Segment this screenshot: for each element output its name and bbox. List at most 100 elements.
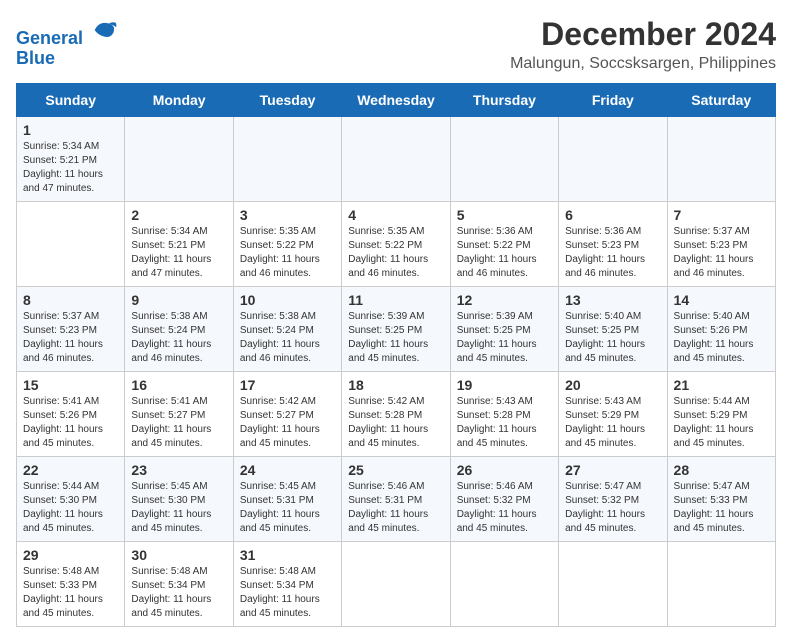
day-info: Sunrise: 5:38 AM Sunset: 5:24 PM Dayligh…: [240, 310, 335, 366]
header-day: Monday: [125, 84, 233, 117]
day-number: 20: [565, 377, 660, 393]
calendar-cell: 25Sunrise: 5:46 AM Sunset: 5:31 PM Dayli…: [342, 457, 450, 542]
calendar-cell: [667, 542, 775, 627]
calendar-cell: 7Sunrise: 5:37 AM Sunset: 5:23 PM Daylig…: [667, 202, 775, 287]
day-info: Sunrise: 5:41 AM Sunset: 5:26 PM Dayligh…: [23, 395, 118, 451]
calendar-cell: [125, 117, 233, 202]
day-info: Sunrise: 5:45 AM Sunset: 5:31 PM Dayligh…: [240, 480, 335, 536]
header-day: Wednesday: [342, 84, 450, 117]
day-info: Sunrise: 5:44 AM Sunset: 5:29 PM Dayligh…: [674, 395, 769, 451]
day-info: Sunrise: 5:39 AM Sunset: 5:25 PM Dayligh…: [348, 310, 443, 366]
day-number: 17: [240, 377, 335, 393]
day-number: 24: [240, 462, 335, 478]
calendar-cell: 12 Sunrise: 5:39 AM Sunset: 5:25 PM Dayli…: [450, 287, 558, 372]
day-info: Sunrise: 5:35 AM Sunset: 5:22 PM Dayligh…: [240, 225, 335, 281]
calendar-cell: 16 Sunrise: 5:41 AM Sunset: 5:27 PM Dayli…: [125, 372, 233, 457]
calendar-cell: [450, 542, 558, 627]
calendar-row: 8 Sunrise: 5:37 AM Sunset: 5:23 PM Daylig…: [17, 287, 776, 372]
calendar-row: 1 Sunrise: 5:34 AM Sunset: 5:21 PM Daylig…: [17, 117, 776, 202]
calendar-cell: 29 Sunrise: 5:48 AM Sunset: 5:33 PM Dayli…: [17, 542, 125, 627]
day-number: 29: [23, 547, 118, 563]
day-info: Sunrise: 5:35 AM Sunset: 5:22 PM Dayligh…: [348, 225, 443, 281]
calendar-cell: 20 Sunrise: 5:43 AM Sunset: 5:29 PM Dayli…: [559, 372, 667, 457]
day-number: 12: [457, 292, 552, 308]
calendar-cell: 8 Sunrise: 5:37 AM Sunset: 5:23 PM Daylig…: [17, 287, 125, 372]
day-number: 28: [674, 462, 769, 478]
header-day: Saturday: [667, 84, 775, 117]
day-info: Sunrise: 5:45 AM Sunset: 5:30 PM Dayligh…: [131, 480, 226, 536]
page-header: General Blue December 2024 Malungun, Soc…: [16, 16, 776, 73]
calendar-cell: 23 Sunrise: 5:45 AM Sunset: 5:30 PM Dayli…: [125, 457, 233, 542]
calendar-cell: 5Sunrise: 5:36 AM Sunset: 5:22 PM Daylig…: [450, 202, 558, 287]
day-number: 22: [23, 462, 118, 478]
header-day: Sunday: [17, 84, 125, 117]
calendar-cell: 28Sunrise: 5:47 AM Sunset: 5:33 PM Dayli…: [667, 457, 775, 542]
calendar-cell: 22 Sunrise: 5:44 AM Sunset: 5:30 PM Dayli…: [17, 457, 125, 542]
day-info: Sunrise: 5:43 AM Sunset: 5:28 PM Dayligh…: [457, 395, 552, 451]
calendar-row: 15 Sunrise: 5:41 AM Sunset: 5:26 PM Dayli…: [17, 372, 776, 457]
calendar-cell: 27 Sunrise: 5:47 AM Sunset: 5:32 PM Dayli…: [559, 457, 667, 542]
calendar-cell: 3 Sunrise: 5:35 AM Sunset: 5:22 PM Daylig…: [233, 202, 341, 287]
calendar-cell: [17, 202, 125, 287]
day-number: 10: [240, 292, 335, 308]
calendar-cell: [342, 117, 450, 202]
logo: General Blue: [16, 16, 118, 69]
calendar-cell: 17 Sunrise: 5:42 AM Sunset: 5:27 PM Dayli…: [233, 372, 341, 457]
day-number: 31: [240, 547, 335, 563]
day-number: 23: [131, 462, 226, 478]
day-info: Sunrise: 5:38 AM Sunset: 5:24 PM Dayligh…: [131, 310, 226, 366]
calendar-cell: 26 Sunrise: 5:46 AM Sunset: 5:32 PM Dayli…: [450, 457, 558, 542]
day-number: 1: [23, 122, 118, 138]
logo-bird-icon: [90, 16, 118, 44]
calendar-cell: 19 Sunrise: 5:43 AM Sunset: 5:28 PM Dayli…: [450, 372, 558, 457]
day-info: Sunrise: 5:36 AM Sunset: 5:22 PM Dayligh…: [457, 225, 552, 281]
day-number: 14: [674, 292, 769, 308]
day-info: Sunrise: 5:42 AM Sunset: 5:27 PM Dayligh…: [240, 395, 335, 451]
day-number: 8: [23, 292, 118, 308]
day-number: 25: [348, 462, 443, 478]
day-info: Sunrise: 5:37 AM Sunset: 5:23 PM Dayligh…: [23, 310, 118, 366]
day-number: 26: [457, 462, 552, 478]
day-info: Sunrise: 5:48 AM Sunset: 5:34 PM Dayligh…: [240, 565, 335, 621]
day-info: Sunrise: 5:44 AM Sunset: 5:30 PM Dayligh…: [23, 480, 118, 536]
calendar-cell: 30 Sunrise: 5:48 AM Sunset: 5:34 PM Dayli…: [125, 542, 233, 627]
logo-blue: Blue: [16, 48, 55, 68]
calendar-cell: 9 Sunrise: 5:38 AM Sunset: 5:24 PM Daylig…: [125, 287, 233, 372]
page-title: December 2024: [510, 16, 776, 53]
calendar-cell: [559, 542, 667, 627]
day-number: 15: [23, 377, 118, 393]
calendar-cell: [450, 117, 558, 202]
day-number: 3: [240, 207, 335, 223]
page-subtitle: Malungun, Soccsksargen, Philippines: [510, 55, 776, 73]
day-info: Sunrise: 5:34 AM Sunset: 5:21 PM Dayligh…: [23, 140, 118, 196]
day-info: Sunrise: 5:39 AM Sunset: 5:25 PM Dayligh…: [457, 310, 552, 366]
title-area: December 2024 Malungun, Soccsksargen, Ph…: [510, 16, 776, 73]
day-number: 27: [565, 462, 660, 478]
day-info: Sunrise: 5:48 AM Sunset: 5:34 PM Dayligh…: [131, 565, 226, 621]
day-number: 21: [674, 377, 769, 393]
logo-general: General: [16, 28, 83, 48]
calendar-cell: [233, 117, 341, 202]
day-number: 16: [131, 377, 226, 393]
calendar-cell: 31 Sunrise: 5:48 AM Sunset: 5:34 PM Dayli…: [233, 542, 341, 627]
header-day: Friday: [559, 84, 667, 117]
calendar-cell: 18Sunrise: 5:42 AM Sunset: 5:28 PM Dayli…: [342, 372, 450, 457]
day-number: 9: [131, 292, 226, 308]
day-info: Sunrise: 5:34 AM Sunset: 5:21 PM Dayligh…: [131, 225, 226, 281]
day-info: Sunrise: 5:48 AM Sunset: 5:33 PM Dayligh…: [23, 565, 118, 621]
day-info: Sunrise: 5:43 AM Sunset: 5:29 PM Dayligh…: [565, 395, 660, 451]
calendar-cell: [559, 117, 667, 202]
day-info: Sunrise: 5:40 AM Sunset: 5:25 PM Dayligh…: [565, 310, 660, 366]
day-number: 11: [348, 292, 443, 308]
day-number: 19: [457, 377, 552, 393]
calendar-cell: 4Sunrise: 5:35 AM Sunset: 5:22 PM Daylig…: [342, 202, 450, 287]
calendar-cell: [667, 117, 775, 202]
day-info: Sunrise: 5:40 AM Sunset: 5:26 PM Dayligh…: [674, 310, 769, 366]
day-info: Sunrise: 5:46 AM Sunset: 5:32 PM Dayligh…: [457, 480, 552, 536]
day-info: Sunrise: 5:41 AM Sunset: 5:27 PM Dayligh…: [131, 395, 226, 451]
day-number: 30: [131, 547, 226, 563]
day-info: Sunrise: 5:47 AM Sunset: 5:32 PM Dayligh…: [565, 480, 660, 536]
calendar-cell: 11 Sunrise: 5:39 AM Sunset: 5:25 PM Dayli…: [342, 287, 450, 372]
calendar-cell: 13Sunrise: 5:40 AM Sunset: 5:25 PM Dayli…: [559, 287, 667, 372]
day-info: Sunrise: 5:37 AM Sunset: 5:23 PM Dayligh…: [674, 225, 769, 281]
